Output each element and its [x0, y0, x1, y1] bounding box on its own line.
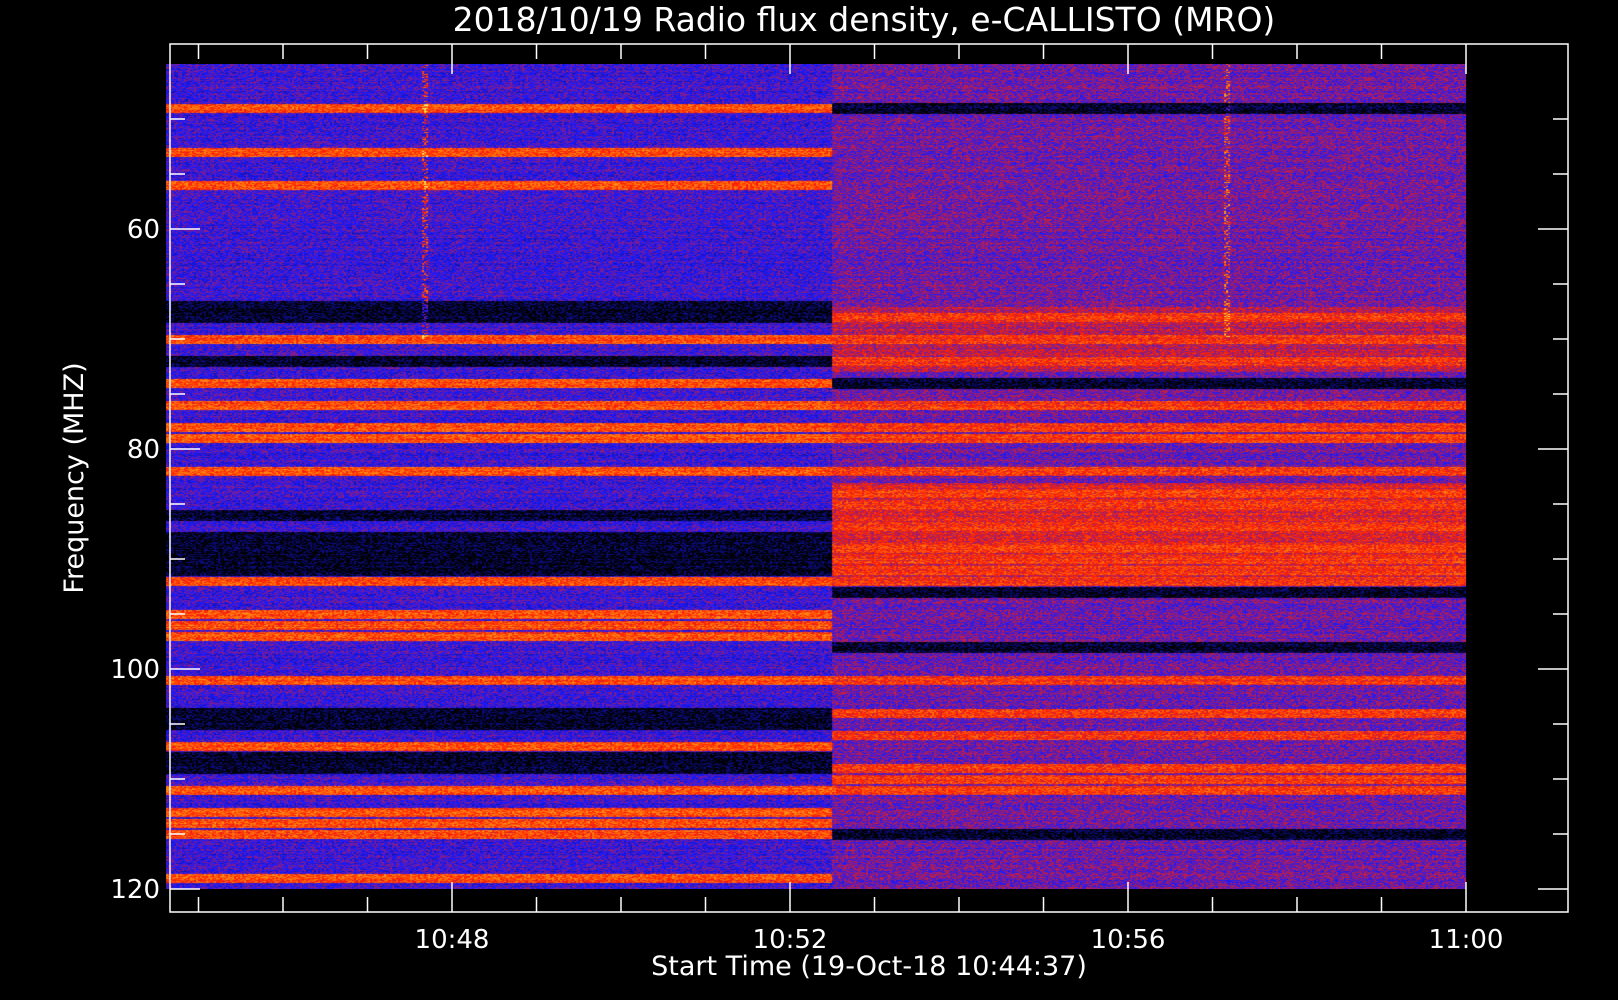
plot-area: 608010012010:48 10:52 10:56 11:00 [110, 43, 1569, 955]
x-tick-label: 11:00 [1429, 925, 1504, 955]
y-tick-label: 80 [127, 435, 160, 465]
x-tick-label: 10:56 [1091, 925, 1166, 955]
y-tick-label: 120 [110, 875, 160, 905]
y-axis-label: Frequency (MHZ) [59, 362, 90, 593]
x-axis-label: Start Time (19-Oct-18 10:44:37) [651, 951, 1087, 982]
y-tick-label: 60 [127, 215, 160, 245]
x-tick-label: 10:48 [415, 925, 490, 955]
heatmap-image [166, 64, 1467, 889]
y-tick-label: 100 [110, 655, 160, 685]
spectrogram-chart: 2018/10/19 Radio flux density, e-CALLIST… [59, 0, 1569, 982]
spectrogram-raster [166, 64, 1467, 889]
chart-title: 2018/10/19 Radio flux density, e-CALLIST… [453, 0, 1276, 39]
